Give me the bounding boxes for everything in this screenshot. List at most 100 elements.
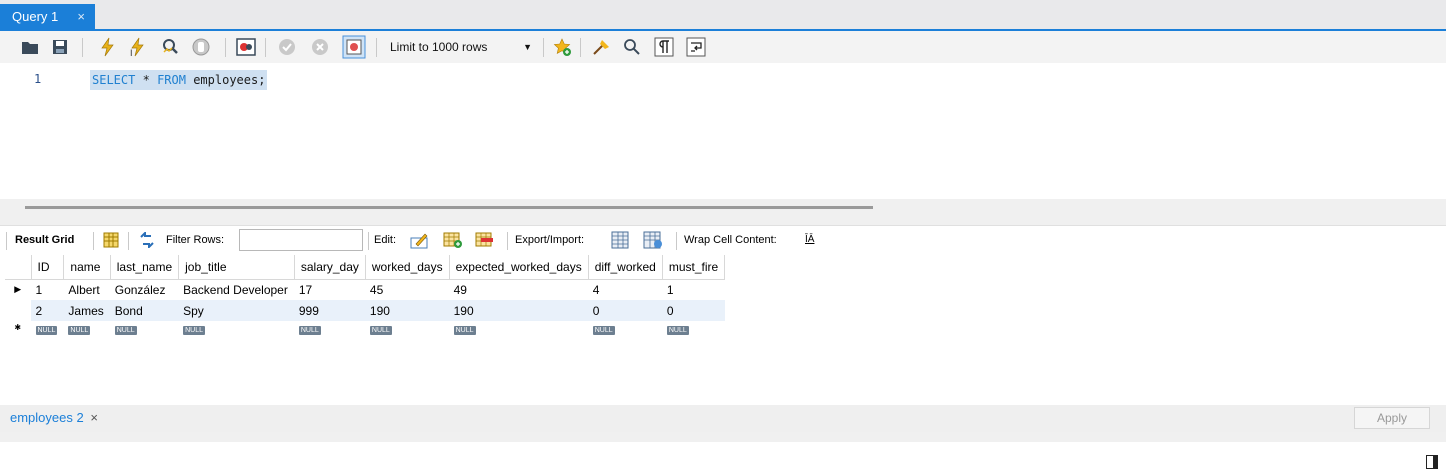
sql-statement[interactable]: SELECT * FROM employees; [90, 70, 268, 90]
sql-keyword: FROM [157, 73, 186, 87]
null-cell[interactable]: NULL [365, 321, 449, 337]
word-wrap-icon[interactable] [686, 37, 706, 57]
query-tab[interactable]: Query 1 × [0, 4, 95, 30]
table-cell[interactable]: James [63, 300, 111, 321]
null-badge: NULL [35, 326, 58, 336]
export-icon[interactable] [611, 231, 631, 249]
grid-layout-icon[interactable] [103, 232, 119, 248]
invisible-chars-icon[interactable] [654, 37, 674, 57]
column-header-worked-days[interactable]: worked_days [365, 255, 450, 280]
tab-employees-2[interactable]: employees 2 × [10, 410, 98, 425]
toggle-side-panel-icon[interactable] [1426, 455, 1438, 469]
commit-icon[interactable] [277, 37, 297, 57]
table-row[interactable]: ▶ 1 Albert González Backend Developer 17… [5, 279, 725, 300]
filter-rows-label: Filter Rows: [166, 234, 225, 246]
query-tab-close-icon[interactable]: × [77, 4, 85, 30]
find-icon[interactable] [622, 37, 642, 57]
table-cell[interactable]: González [110, 279, 178, 300]
refresh-icon[interactable] [138, 232, 156, 248]
column-header-job-title[interactable]: job_title [178, 255, 295, 280]
table-row[interactable]: 2 James Bond Spy 999 190 190 0 0 [5, 300, 725, 321]
result-toolbar: Result Grid Filter Rows: Edit: Export/Im… [0, 225, 1446, 469]
table-cell[interactable]: 2 [31, 300, 64, 321]
column-header-diff-worked[interactable]: diff_worked [588, 255, 663, 280]
result-grid-label[interactable]: Result Grid [15, 234, 74, 246]
toolbar-separator [6, 232, 7, 250]
delete-row-icon[interactable] [475, 231, 495, 249]
current-row-marker-icon: ▶ [14, 284, 22, 295]
null-cell[interactable]: NULL [110, 321, 178, 337]
table-cell[interactable]: Albert [64, 279, 110, 300]
limit-rows-dropdown[interactable]: Limit to 1000 rows ▼ [386, 37, 542, 57]
table-cell[interactable]: Spy [178, 300, 295, 321]
sql-star: * [142, 73, 150, 87]
open-folder-icon[interactable] [20, 37, 40, 57]
toolbar-separator [507, 232, 508, 250]
close-icon[interactable]: × [90, 410, 98, 425]
null-cell[interactable]: NULL [449, 321, 588, 337]
import-icon[interactable] [643, 231, 665, 249]
table-cell[interactable]: 45 [365, 279, 449, 300]
horizontal-scrollbar[interactable] [25, 206, 873, 209]
null-badge: NULL [114, 326, 137, 336]
autocommit-icon[interactable] [342, 35, 366, 59]
status-strip [0, 432, 1446, 442]
toolbar-separator [265, 38, 266, 57]
result-tab-label: employees 2 [10, 410, 84, 425]
column-header-last-name[interactable]: last_name [110, 255, 180, 280]
filter-rows-input[interactable] [239, 229, 363, 251]
new-row-marker-icon: ✱ [14, 323, 22, 332]
null-badge: NULL [592, 326, 615, 336]
execute-current-icon[interactable]: I [128, 37, 148, 57]
table-cell[interactable]: 190 [365, 300, 450, 321]
table-cell[interactable]: 0 [662, 300, 725, 321]
editor-splitter[interactable] [0, 199, 1446, 225]
result-grid[interactable]: ID name last_name job_title salary_day w… [5, 255, 726, 337]
table-cell[interactable]: 1 [31, 279, 64, 300]
column-header-must-fire[interactable]: must_fire [662, 255, 726, 280]
null-cell[interactable]: NULL [662, 321, 724, 337]
chevron-down-icon: ▼ [523, 42, 532, 52]
null-badge: NULL [453, 326, 476, 336]
column-header-id[interactable]: ID [31, 255, 65, 280]
null-cell[interactable]: NULL [64, 321, 110, 337]
toolbar-separator [128, 232, 129, 250]
null-cell[interactable]: NULL [294, 321, 365, 337]
null-cell[interactable]: NULL [588, 321, 662, 337]
new-row[interactable]: ✱ NULL NULL NULL NULL NULL NULL NULL NUL… [5, 321, 725, 337]
table-cell[interactable]: Bond [110, 300, 179, 321]
column-header-expected-worked-days[interactable]: expected_worked_days [449, 255, 589, 280]
table-cell[interactable]: 1 [662, 279, 724, 300]
null-cell[interactable]: NULL [31, 321, 64, 337]
add-row-icon[interactable] [443, 231, 463, 249]
column-header-salary-day[interactable]: salary_day [294, 255, 366, 280]
editor-toolbar: I Limit to 1000 rows ▼ [0, 31, 1446, 63]
column-header-name[interactable]: name [63, 255, 111, 280]
wrap-cell-content-label: Wrap Cell Content: [684, 234, 777, 246]
table-cell[interactable]: 4 [588, 279, 662, 300]
toolbar-separator [676, 232, 677, 250]
table-cell[interactable]: Backend Developer [179, 279, 295, 300]
edit-row-icon[interactable] [410, 231, 430, 249]
apply-button[interactable]: Apply [1354, 407, 1430, 429]
toolbar-separator [580, 38, 581, 57]
stop-icon[interactable] [191, 37, 211, 57]
explain-icon[interactable] [160, 37, 180, 57]
table-cell[interactable]: 999 [294, 300, 366, 321]
table-cell[interactable]: 190 [449, 300, 589, 321]
table-cell[interactable]: 0 [588, 300, 663, 321]
sql-editor[interactable]: 1 SELECT * FROM employees; [0, 63, 1446, 199]
toggle-error-icon[interactable] [236, 37, 256, 57]
toolbar-separator [82, 38, 83, 57]
null-cell[interactable]: NULL [179, 321, 295, 337]
beautify-icon[interactable] [592, 37, 612, 57]
table-cell[interactable]: 49 [449, 279, 588, 300]
save-icon[interactable] [50, 37, 70, 57]
result-tabs-bar: employees 2 × Apply [0, 405, 1446, 432]
table-cell[interactable]: 17 [294, 279, 365, 300]
add-favorite-icon[interactable] [552, 37, 572, 57]
execute-icon[interactable] [98, 37, 118, 57]
null-badge: NULL [183, 326, 206, 336]
wrap-cell-toggle-icon[interactable]: ĪĀ [805, 234, 814, 245]
rollback-icon[interactable] [310, 37, 330, 57]
